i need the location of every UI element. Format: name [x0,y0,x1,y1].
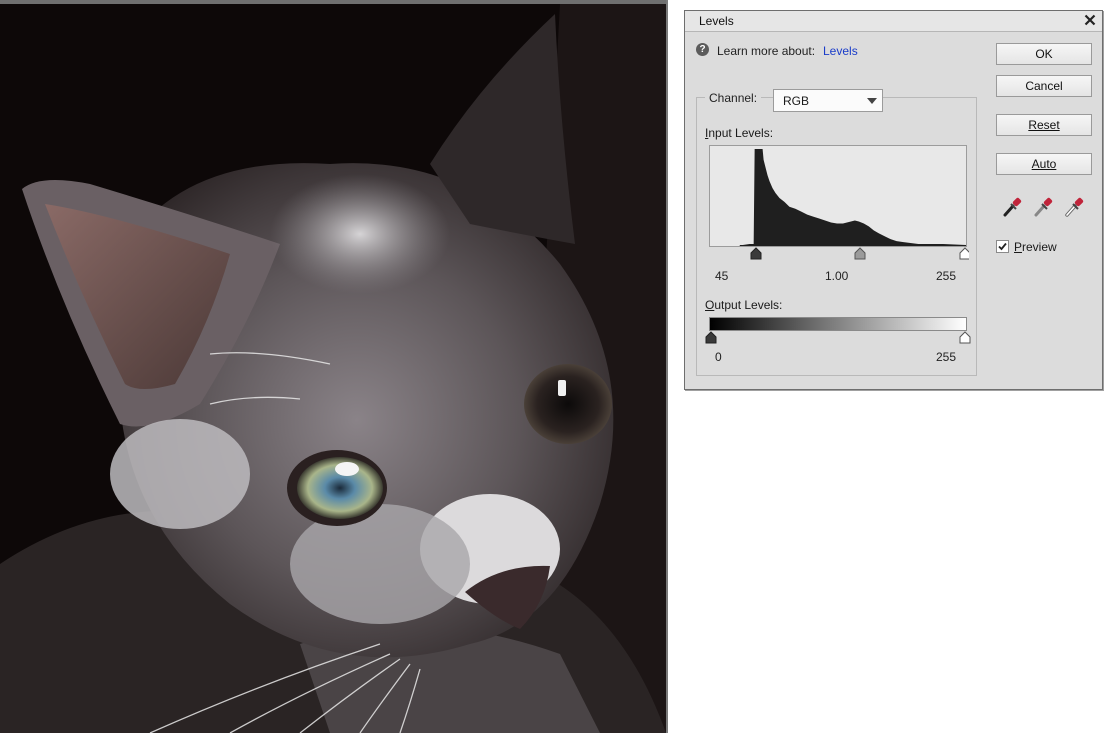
close-icon[interactable] [1082,12,1098,28]
checkmark-icon [998,242,1007,251]
input-gamma-handle[interactable] [854,247,866,260]
preview-label[interactable]: Preview [1014,240,1057,254]
auto-button-label: Auto [1031,157,1057,171]
chevron-down-icon [867,98,877,104]
input-white-point-handle[interactable] [959,247,969,260]
question-icon[interactable]: ? [696,43,709,56]
learn-more-link[interactable]: Levels [823,44,858,58]
channel-value: RGB [783,94,810,108]
input-black-value[interactable]: 45 [715,269,728,283]
reset-button[interactable]: Reset [996,114,1092,136]
preview-checkbox[interactable] [996,240,1009,253]
auto-button[interactable]: Auto [996,153,1092,175]
input-black-point-handle[interactable] [750,247,762,260]
histogram [709,145,967,247]
input-white-value[interactable]: 255 [936,269,956,283]
input-gamma-value[interactable]: 1.00 [825,269,848,283]
learn-more-text: Learn more about: [717,44,816,58]
gray-point-eyedropper-icon[interactable] [1032,195,1054,219]
image-canvas[interactable] [0,0,668,733]
output-white-point-handle[interactable] [959,331,971,344]
output-gradient-bar [709,317,967,331]
kitten-photo [0,4,666,733]
output-black-point-handle[interactable] [705,331,717,344]
output-levels-slider[interactable] [704,331,974,345]
output-white-value[interactable]: 255 [936,350,956,364]
output-levels-label: Output Levels: [705,298,782,312]
white-point-eyedropper-icon[interactable] [1063,195,1085,219]
output-levels-rest: utput Levels: [714,298,783,312]
histogram-area [739,148,966,246]
input-levels-slider[interactable] [709,247,969,261]
preview-label-rest: review [1022,240,1057,254]
black-point-eyedropper-icon[interactable] [1001,195,1023,219]
input-levels-rest: nput Levels: [708,126,774,140]
ok-button[interactable]: OK [996,43,1092,65]
cancel-button[interactable]: Cancel [996,75,1092,97]
dialog-title: Levels [699,14,734,28]
levels-dialog: Levels ? Learn more about: Levels OK Can… [684,10,1103,390]
output-black-value[interactable]: 0 [715,350,722,364]
dialog-titlebar[interactable]: Levels [685,11,1102,32]
channel-label: Channel: [705,91,762,105]
canvas-right-border [666,0,668,733]
reset-button-label: Reset [1028,118,1060,132]
output-levels-accesskey: O [705,298,715,312]
input-levels-label: Input Levels: [705,126,773,140]
channel-dropdown[interactable]: RGB [773,89,883,112]
preview-label-accesskey: P [1014,240,1023,254]
